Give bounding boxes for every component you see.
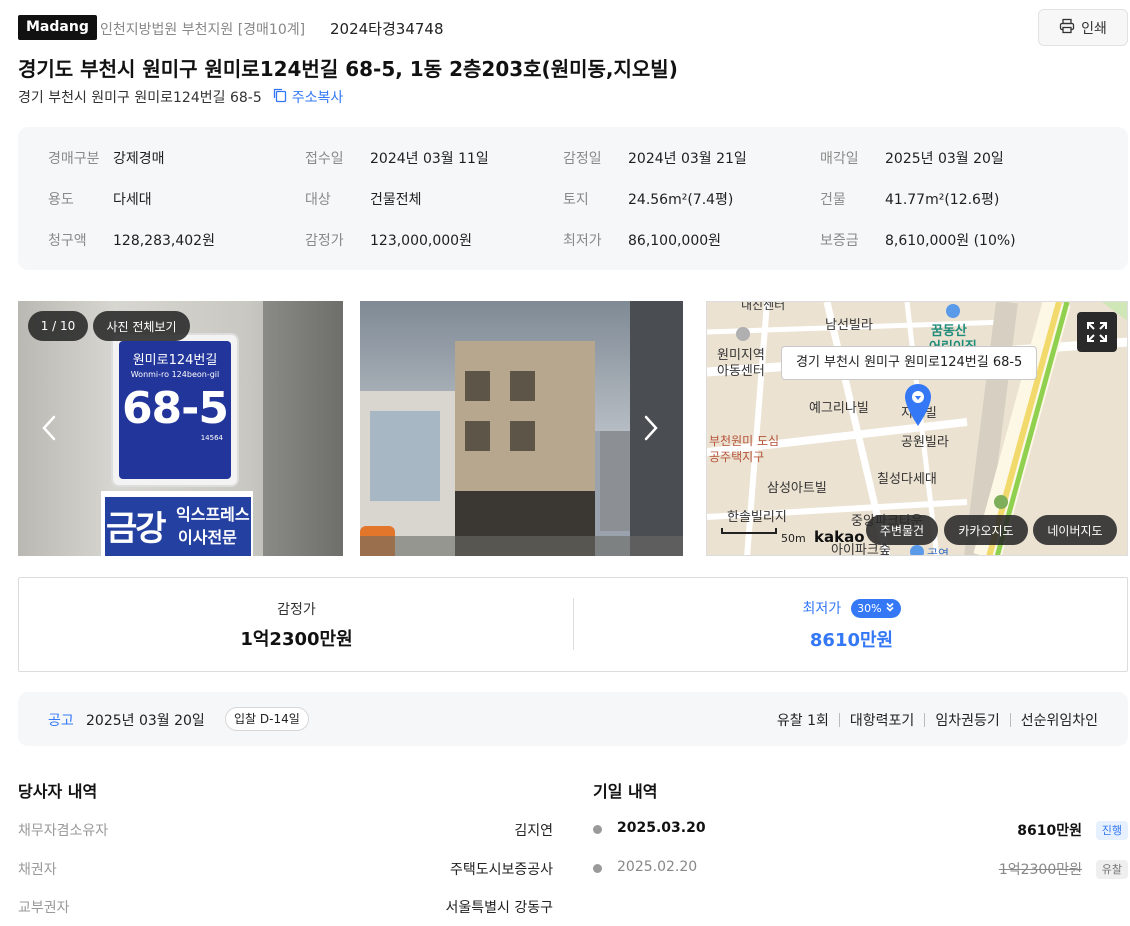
price-summary: 감정가 1억2300만원 최저가 30% 8610만원 <box>18 577 1128 672</box>
kakao-map-button[interactable]: 카카오지도 <box>944 515 1028 545</box>
schedule-row: 2025.03.20 8610만원 진행 <box>593 818 1128 842</box>
banner-sub-text-2: 이사전문 <box>178 528 237 547</box>
print-button[interactable]: 인쇄 <box>1038 9 1128 46</box>
header: Madang 인천지방법원 부천지원 [경매10계] 2024타경34748 인… <box>18 9 1128 48</box>
expand-icon <box>1085 320 1109 348</box>
print-label: 인쇄 <box>1081 20 1107 37</box>
info-sale-date: 매각일 2025년 03월 20일 <box>820 151 1004 167</box>
info-building: 건물 41.77m²(12.6평) <box>820 192 1000 208</box>
map-label-10: 부천원미 도심 <box>709 434 780 448</box>
info-appraisal-date: 감정일 2024년 03월 21일 <box>563 151 747 167</box>
copy-icon <box>272 87 288 107</box>
discount-percent: 30% <box>857 601 882 615</box>
map-label-2: 남선빌라 <box>825 318 873 333</box>
tag-failed-bids: 유찰 1회 <box>776 713 829 729</box>
schedule-price: 1억2300만원 <box>998 862 1082 878</box>
copy-address-button[interactable]: 주소복사 <box>272 87 344 107</box>
party-role: 채권자 <box>18 862 57 878</box>
map-label-17: 공연 <box>927 547 950 556</box>
notice-tags: 유찰 1회 대항력포기 임차권등기 선순위임차인 <box>777 710 1098 730</box>
naver-map-button[interactable]: 네이버지도 <box>1033 515 1117 545</box>
tag-lease-registration: 임차권등기 <box>935 713 1000 729</box>
printer-icon <box>1059 18 1075 38</box>
schedule-date: 2025.02.20 <box>617 859 698 875</box>
notice-bar: 공고 2025년 03월 20일 입찰 D-14일 유찰 1회 대항력포기 임차… <box>18 692 1128 746</box>
status-dot <box>593 864 602 873</box>
map-label-12: 칠성다세대 <box>877 472 937 487</box>
notice-label: 공고 <box>48 713 74 729</box>
schedule-date: 2025.03.20 <box>617 820 706 836</box>
minimum-price-value: 8610만원 <box>809 630 894 651</box>
page-title: 경기도 부천시 원미구 원미로124번길 68-5, 1동 2층203호(원미동… <box>18 57 678 81</box>
info-land: 토지 24.56m²(7.4평) <box>563 192 734 208</box>
map-label-1: 내진센터 <box>741 301 786 312</box>
schedule-row: 2025.02.20 1억2300만원 유찰 <box>593 857 1128 881</box>
bid-dday-badge: 입찰 D-14일 <box>225 707 309 731</box>
info-received-date: 접수일 2024년 03월 11일 <box>305 151 489 167</box>
court-name: 인천지방법원 부천지원 [경매10계] <box>100 22 306 38</box>
appraised-price-value: 1억2300만원 <box>240 629 353 650</box>
map-marker-icon <box>903 382 933 432</box>
property-photo-2[interactable] <box>360 301 683 556</box>
tag-separator <box>1009 713 1011 727</box>
property-photo-1[interactable]: 원미로124번길 Wonmi-ro 124beon-gil 68-5 14564… <box>18 301 343 556</box>
double-chevron-down-icon <box>885 602 895 615</box>
info-target: 대상 건물전체 <box>305 192 422 208</box>
party-name: 김지연 <box>514 823 553 839</box>
sub-address: 경기 부천시 원미구 원미로124번길 68-5 주소복사 <box>18 87 343 107</box>
info-deposit: 보증금 8,610,000원 (10%) <box>820 233 1016 249</box>
prev-photo-icon[interactable] <box>40 413 60 447</box>
tag-separator <box>924 713 926 727</box>
next-photo-icon[interactable] <box>640 413 660 447</box>
discount-badge: 30% <box>851 598 901 618</box>
map-label-13: 삼성아트빌 <box>767 481 827 496</box>
party-name: 주택도시보증공사 <box>449 862 553 878</box>
case-info-panel: 경매구분 강제경매 접수일 2024년 03월 11일 감정일 2024년 03월 2… <box>18 127 1128 270</box>
nearby-listings-button[interactable]: 주변물건 <box>866 515 938 545</box>
parties-section-title: 당사자 내역 <box>18 782 98 801</box>
road-address: 경기 부천시 원미구 원미로124번길 68-5 <box>18 90 262 106</box>
tag-senior-tenant: 선순위임차인 <box>1020 713 1098 729</box>
photo-counter: 1 / 10 <box>28 311 88 341</box>
sign-road-roman: Wonmi-ro 124beon-gil <box>130 370 220 379</box>
map-label-11: 공주택지구 <box>709 450 765 464</box>
sign-building-number: 68-5 <box>121 383 229 434</box>
fullscreen-map-button[interactable] <box>1077 312 1117 352</box>
info-minimum-price: 최저가 86,100,000원 <box>563 233 722 249</box>
sign-road-name: 원미로124번길 <box>132 353 218 368</box>
info-claim-amount: 청구액 128,283,402원 <box>48 233 215 249</box>
party-role: 채무자겸소유자 <box>18 823 109 839</box>
info-auction-type: 경매구분 강제경매 <box>48 151 165 167</box>
banner-main-text: 금강 <box>106 509 167 549</box>
map-label-7: 예그리나빌 <box>809 401 869 416</box>
tag-opposing-power: 대항력포기 <box>849 713 915 729</box>
map-scale-label: 50m <box>781 532 806 545</box>
info-appraised-price: 감정가 123,000,000원 <box>305 233 472 249</box>
sign-postal-code: 14564 <box>200 434 223 442</box>
map-address-tooltip: 경기 부천시 원미구 원미로124번길 68-5 <box>781 346 1038 380</box>
status-badge: 유찰 <box>1095 860 1128 879</box>
map-label-6: 아동센터 <box>717 364 765 379</box>
brand-logo[interactable]: Madang <box>18 15 97 40</box>
party-role: 교부권자 <box>18 900 70 916</box>
map-label-9: 공원빌라 <box>901 435 949 450</box>
schedule-section-title: 기일 내역 <box>593 782 658 801</box>
banner-sub-text-1: 익스프레스 <box>176 505 250 524</box>
minimum-price-label: 최저가 <box>802 601 842 617</box>
view-all-photos-button[interactable]: 사진 전체보기 <box>93 311 190 341</box>
location-map[interactable]: 내진센터 남선빌라 꿈동산 어린이집 원미지역 아동센터 예그리나빌 지오빌 공… <box>706 301 1128 556</box>
kakao-map-logo: kakao <box>814 528 865 546</box>
notice-date: 2025년 03월 20일 <box>86 713 205 729</box>
copy-address-label: 주소복사 <box>291 90 344 106</box>
party-name: 서울특별시 강동구 <box>445 900 554 916</box>
schedule-price: 8610만원 <box>1017 823 1082 839</box>
status-dot <box>593 825 602 834</box>
map-label-14: 한솔빌리지 <box>727 510 787 525</box>
status-badge: 진행 <box>1095 821 1128 840</box>
tag-separator <box>838 713 840 727</box>
info-usage: 용도 다세대 <box>48 192 152 208</box>
case-number: 2024타경34748 <box>330 20 444 38</box>
appraised-price-label: 감정가 <box>277 602 316 618</box>
